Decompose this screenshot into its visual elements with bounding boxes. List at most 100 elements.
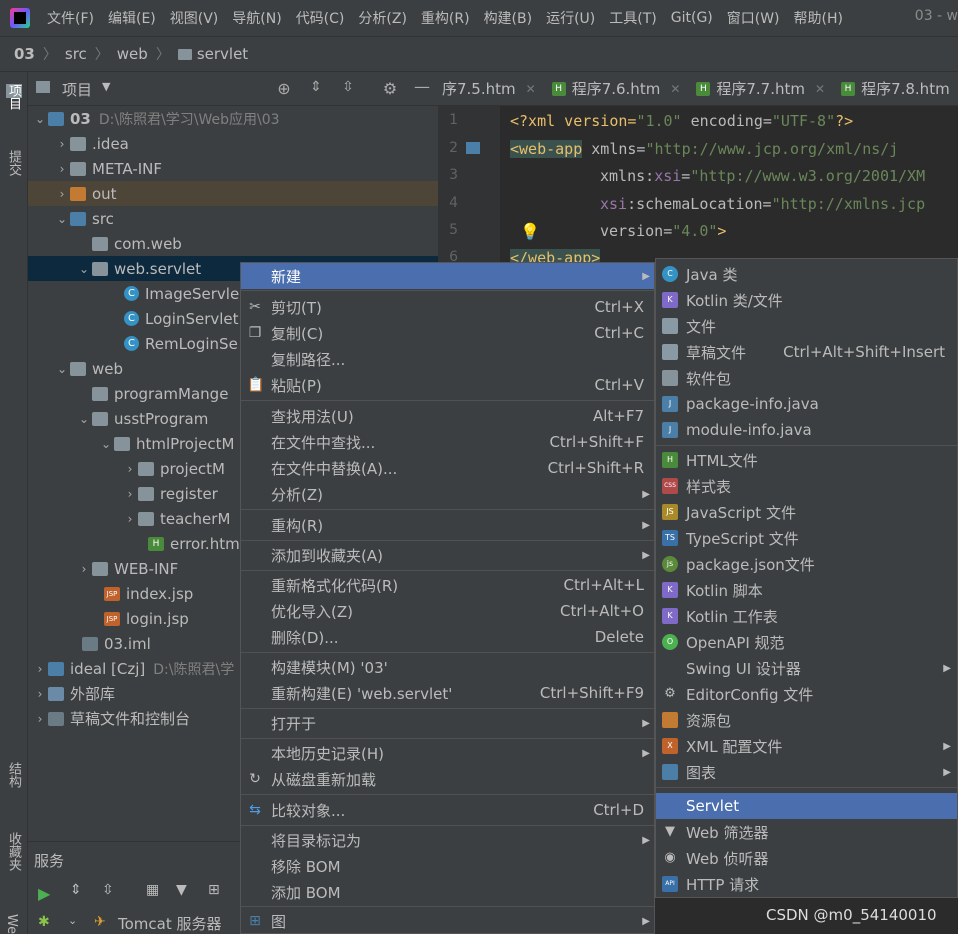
bug-icon[interactable]: ✱ (38, 914, 50, 930)
collapse-all-icon[interactable]: ⇳ (338, 79, 358, 95)
tab-program-7-5[interactable]: 序7.5.htm ✕ (438, 78, 544, 99)
new-web-listener[interactable]: ◉ Web 侦听器 (656, 845, 957, 871)
caret-down-icon[interactable]: ▼ (102, 80, 110, 93)
chevron-down-icon[interactable]: ⌄ (32, 112, 48, 126)
chevron-right-icon[interactable]: › (32, 687, 48, 701)
menu-find-in-files[interactable]: 在文件中查找... Ctrl+Shift+F (241, 429, 654, 455)
chevron-down-icon[interactable]: ⌄ (54, 362, 70, 376)
project-view-title[interactable]: 项目 (62, 79, 92, 100)
new-scratch-file[interactable]: 草稿文件 Ctrl+Alt+Shift+Insert (656, 339, 957, 365)
gear-icon[interactable]: ⚙ (380, 79, 400, 98)
menu-open-in[interactable]: 打开于 ▶ (241, 710, 654, 736)
new-kotlin-script[interactable]: K Kotlin 脚本 (656, 577, 957, 603)
add-icon[interactable]: ⊞ (208, 882, 220, 898)
menu-refactor[interactable]: 重构(R) (414, 8, 477, 28)
menu-copy[interactable]: ❐ 复制(C) Ctrl+C (241, 320, 654, 346)
menu-rebuild[interactable]: 重新构建(E) 'web.servlet' Ctrl+Shift+F9 (241, 680, 654, 706)
close-icon[interactable]: ✕ (815, 82, 825, 96)
new-package-json[interactable]: js package.json文件 (656, 551, 957, 577)
menu-copy-path[interactable]: 复制路径... (241, 346, 654, 372)
expand-all-icon[interactable]: ⇕ (70, 882, 82, 898)
menu-cut[interactable]: ✂ 剪切(T) Ctrl+X (241, 294, 654, 320)
menu-analyze[interactable]: 分析(Z) ▶ (241, 481, 654, 507)
commit-tool-tab[interactable]: 提交 (4, 150, 23, 176)
lightbulb-icon[interactable]: 💡 (520, 222, 540, 241)
menu-paste[interactable]: 📋 粘贴(P) Ctrl+V (241, 372, 654, 398)
new-kotlin-class[interactable]: K Kotlin 类/文件 (656, 287, 957, 313)
minimize-icon[interactable]: — (412, 77, 432, 96)
new-html-file[interactable]: H HTML文件 (656, 447, 957, 473)
expand-all-icon[interactable]: ⇕ (306, 79, 326, 95)
locate-icon[interactable]: ⊕ (274, 79, 294, 98)
menu-build-module[interactable]: 构建模块(M) '03' (241, 654, 654, 680)
new-resource-bundle[interactable]: 资源包 (656, 707, 957, 733)
menu-diagram[interactable]: ⊞ 图 ▶ (241, 908, 654, 934)
menu-delete[interactable]: 删除(D)... Delete (241, 624, 654, 650)
chevron-down-icon[interactable]: ⌄ (68, 914, 77, 927)
menu-view[interactable]: 视图(V) (163, 8, 226, 28)
new-kotlin-worksheet[interactable]: K Kotlin 工作表 (656, 603, 957, 629)
new-web-filter[interactable]: ▼ Web 筛选器 (656, 819, 957, 845)
new-file[interactable]: 文件 (656, 313, 957, 339)
chevron-down-icon[interactable]: ⌄ (76, 412, 92, 426)
new-http-request[interactable]: API HTTP 请求 (656, 871, 957, 897)
menu-build[interactable]: 构建(B) (477, 8, 540, 28)
menu-file[interactable]: 文件(F) (40, 8, 101, 28)
menu-tools[interactable]: 工具(T) (602, 8, 663, 28)
new-xml-config[interactable]: X XML 配置文件 ▶ (656, 733, 957, 759)
chevron-right-icon[interactable]: › (122, 462, 138, 476)
menu-edit[interactable]: 编辑(E) (101, 8, 163, 28)
breadcrumb-item-servlet[interactable]: servlet (197, 45, 248, 63)
new-swing-ui-designer[interactable]: Swing UI 设计器 ▶ (656, 655, 957, 681)
close-icon[interactable]: ✕ (670, 82, 680, 96)
new-typescript-file[interactable]: TS TypeScript 文件 (656, 525, 957, 551)
tab-program-7-8[interactable]: H 程序7.8.htm (833, 78, 958, 99)
chevron-right-icon[interactable]: › (32, 662, 48, 676)
favorites-tool-tab[interactable]: 收藏夹 (4, 832, 23, 871)
new-openapi-spec[interactable]: O OpenAPI 规范 (656, 629, 957, 655)
chevron-right-icon[interactable]: › (122, 512, 138, 526)
new-java-class[interactable]: C Java 类 (656, 261, 957, 287)
project-tool-tab[interactable]: 项目 (4, 84, 23, 110)
menu-navigate[interactable]: 导航(N) (225, 8, 288, 28)
menu-remove-bom[interactable]: 移除 BOM (241, 853, 654, 879)
tree-item[interactable]: › META-INF (28, 156, 438, 181)
menu-find-usages[interactable]: 查找用法(U) Alt+F7 (241, 403, 654, 429)
new-servlet[interactable]: Servlet (656, 793, 957, 819)
menu-reload[interactable]: ↻ 从磁盘重新加载 (241, 766, 654, 792)
menu-code[interactable]: 代码(C) (289, 8, 352, 28)
tomcat-server-label[interactable]: Tomcat 服务器 (118, 913, 222, 934)
menu-refactor[interactable]: 重构(R) ▶ (241, 512, 654, 538)
run-icon[interactable]: ▶ (38, 884, 50, 903)
menu-add-bom[interactable]: 添加 BOM (241, 879, 654, 905)
tree-item[interactable]: com.web (28, 231, 438, 256)
menu-add-favorites[interactable]: 添加到收藏夹(A) ▶ (241, 542, 654, 568)
tree-item[interactable]: › out (28, 181, 438, 206)
chevron-down-icon[interactable]: ⌄ (98, 437, 114, 451)
tab-program-7-7[interactable]: H 程序7.7.htm ✕ (688, 78, 833, 99)
chevron-right-icon[interactable]: › (54, 187, 70, 201)
chevron-right-icon[interactable]: › (32, 712, 48, 726)
new-package-info[interactable]: Jpackage-info.java (656, 391, 957, 417)
group-icon[interactable]: ▦ (146, 882, 159, 898)
breadcrumb-item-web[interactable]: web (117, 45, 148, 63)
collapse-all-icon[interactable]: ⇳ (102, 882, 114, 898)
chevron-right-icon[interactable]: › (54, 137, 70, 151)
menu-analyze[interactable]: 分析(Z) (351, 8, 414, 28)
menu-help[interactable]: 帮助(H) (787, 8, 850, 28)
menu-optimize-imports[interactable]: 优化导入(Z) Ctrl+Alt+O (241, 598, 654, 624)
new-editorconfig[interactable]: ⚙ EditorConfig 文件 (656, 681, 957, 707)
menu-git[interactable]: Git(G) (664, 10, 720, 26)
menu-compare[interactable]: ⇆ 比较对象... Ctrl+D (241, 797, 654, 823)
menu-mark-directory[interactable]: 将目录标记为 ▶ (241, 827, 654, 853)
new-module-info[interactable]: Jmodule-info.java (656, 417, 957, 443)
breadcrumb-item-03[interactable]: 03 (14, 45, 35, 63)
close-icon[interactable]: ✕ (526, 82, 536, 96)
tree-item[interactable]: › .idea (28, 131, 438, 156)
menu-run[interactable]: 运行(U) (539, 8, 602, 28)
tree-item[interactable]: ⌄ src (28, 206, 438, 231)
chevron-right-icon[interactable]: › (54, 162, 70, 176)
tab-program-7-6[interactable]: H 程序7.6.htm ✕ (544, 78, 689, 99)
chevron-right-icon[interactable]: › (76, 562, 92, 576)
menu-replace-in-files[interactable]: 在文件中替换(A)... Ctrl+Shift+R (241, 455, 654, 481)
